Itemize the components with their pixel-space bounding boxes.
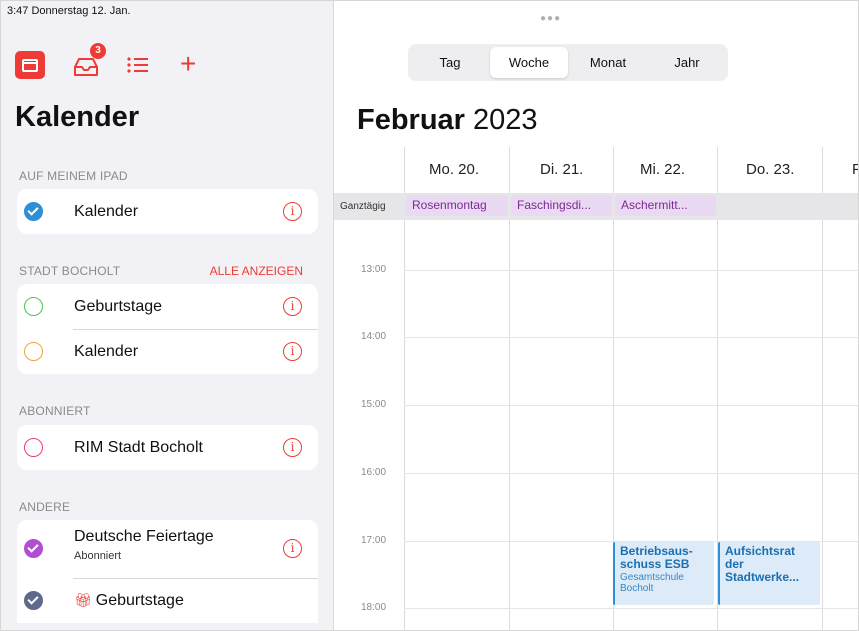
calendar-name: Geburtstage: [74, 298, 163, 315]
sidebar-title: Kalender: [15, 101, 140, 133]
all-day-label: Ganztägig: [340, 201, 386, 212]
section-header-abonniert: ABONNIERT: [19, 404, 91, 418]
sidebar-toolbar: 3 +: [15, 43, 215, 79]
info-icon[interactable]: i: [283, 297, 302, 316]
hour-line: [404, 270, 858, 271]
month-name: Februar: [357, 104, 465, 136]
app-window: 3:47 Donnerstag 12. Jan. 3 + Kalender AU…: [0, 0, 859, 631]
show-all-button[interactable]: ALLE ANZEIGEN: [210, 264, 303, 278]
hour-label: 14:00: [361, 331, 387, 342]
info-icon[interactable]: i: [283, 342, 302, 361]
calendar-row[interactable]: Geburtstage i: [17, 284, 318, 329]
checkmark-circle-icon[interactable]: [24, 591, 43, 610]
calendar-name: RIM Stadt Bocholt: [74, 439, 203, 456]
hour-label: 15:00: [361, 399, 387, 410]
add-event-button[interactable]: +: [180, 50, 204, 79]
list-icon: [127, 57, 148, 73]
calendar-group-abonniert: RIM Stadt Bocholt i: [17, 425, 318, 470]
all-day-event[interactable]: Faschingsdi...: [511, 195, 612, 216]
all-day-event[interactable]: Rosenmontag: [406, 195, 508, 216]
calendars-button[interactable]: [15, 51, 45, 79]
day-header[interactable]: Do. 23.: [746, 147, 794, 193]
checkmark-circle-icon[interactable]: [24, 202, 43, 221]
day-header[interactable]: F: [852, 147, 858, 193]
empty-circle-icon[interactable]: [24, 297, 43, 316]
sidebar: 3:47 Donnerstag 12. Jan. 3 + Kalender AU…: [1, 1, 334, 630]
hour-line: [404, 608, 858, 609]
calendar-row[interactable]: RIM Stadt Bocholt i: [17, 425, 318, 470]
event-title: Betriebsaus- schuss ESB: [620, 544, 693, 571]
event-location: Gesamtschule Bocholt: [620, 572, 684, 594]
list-view-button[interactable]: [124, 51, 152, 79]
calendar-name: Kalender: [74, 203, 139, 220]
calendar-main: ●●● Tag Woche Monat Jahr Februar 2023 Mo…: [334, 1, 858, 630]
day-header[interactable]: Di. 21.: [540, 147, 583, 193]
hour-label: 18:00: [361, 602, 387, 613]
empty-circle-icon[interactable]: [24, 438, 43, 457]
hour-label: 17:00: [361, 535, 387, 546]
hour-label: 16:00: [361, 467, 387, 478]
hour-label: 13:00: [361, 264, 387, 275]
info-icon[interactable]: i: [283, 202, 302, 221]
day-header[interactable]: Mo. 20.: [429, 147, 479, 193]
calendar-row[interactable]: Kalender i: [17, 329, 318, 374]
calendar-group-andere: Deutsche Feiertage Abonniert i 🎁︎ Geburts…: [17, 520, 318, 623]
inbox-badge: 3: [90, 43, 106, 59]
event-title: Aufsichtsrat der Stadtwerke...: [725, 544, 800, 584]
calendar-event[interactable]: Aufsichtsrat der Stadtwerke...: [718, 542, 820, 605]
calendar-name: Kalender: [74, 343, 139, 360]
calendar-icon: [22, 59, 38, 72]
calendar-row[interactable]: 🎁︎ Geburtstage: [17, 578, 318, 623]
calendar-sublabel: Abonniert: [74, 550, 122, 562]
tab-jahr[interactable]: Jahr: [648, 47, 726, 78]
section-header-ipad: AUF MEINEM IPAD: [19, 169, 128, 183]
checkmark-circle-icon[interactable]: [24, 539, 43, 558]
info-icon[interactable]: i: [283, 539, 302, 558]
status-time-date: 3:47 Donnerstag 12. Jan.: [7, 5, 131, 17]
view-segmented-control: Tag Woche Monat Jahr: [408, 44, 728, 81]
calendar-name-with-icon: 🎁︎ Geburtstage: [74, 592, 184, 610]
section-header-stadt-bocholt: STADT BOCHOLT: [19, 264, 121, 278]
calendar-name: Geburtstage: [95, 592, 184, 609]
year: 2023: [473, 104, 538, 136]
calendar-event[interactable]: Betriebsaus- schuss ESB Gesamtschule Boc…: [613, 542, 714, 605]
tab-woche[interactable]: Woche: [490, 47, 568, 78]
section-header-andere: ANDERE: [19, 500, 71, 514]
calendar-row[interactable]: Deutsche Feiertage Abonniert i: [17, 520, 318, 578]
multitasking-dots-icon[interactable]: ●●●: [540, 13, 561, 24]
calendar-name: Deutsche Feiertage: [74, 528, 214, 545]
calendar-row[interactable]: Kalender i: [17, 189, 318, 234]
day-header[interactable]: Mi. 22.: [640, 147, 685, 193]
calendar-group-stadt-bocholt: Geburtstage i Kalender i: [17, 284, 318, 374]
hour-line: [404, 405, 858, 406]
all-day-event[interactable]: Aschermitt...: [615, 195, 716, 216]
tab-monat[interactable]: Monat: [569, 47, 647, 78]
gift-icon: 🎁︎: [74, 592, 92, 608]
empty-circle-icon[interactable]: [24, 342, 43, 361]
hour-line: [404, 337, 858, 338]
month-title: Februar 2023: [357, 104, 538, 137]
info-icon[interactable]: i: [283, 438, 302, 457]
hour-line: [404, 473, 858, 474]
tab-tag[interactable]: Tag: [411, 47, 489, 78]
calendar-group-ipad: Kalender i: [17, 189, 318, 234]
